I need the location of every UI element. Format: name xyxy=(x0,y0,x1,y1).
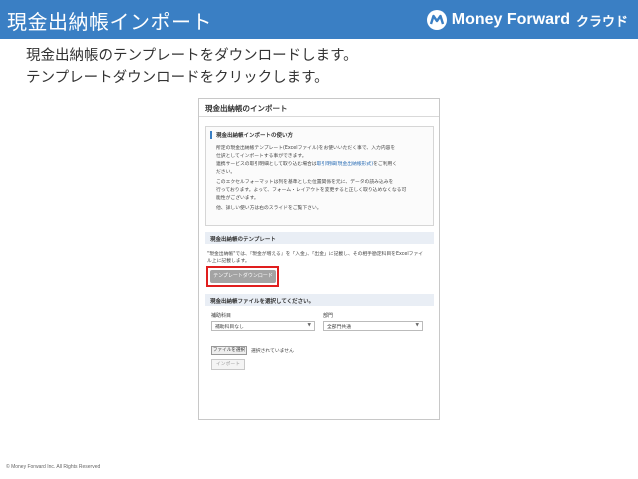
help-line: 連携サービスの取引明細として取り込む場合は取引明細(現金出納帳形式)をご利用く xyxy=(216,160,397,167)
instruction-line-2: テンプレートダウンロードをクリックします。 xyxy=(26,70,329,86)
highlight-box xyxy=(206,266,279,287)
account-select-value: 補助科目なし xyxy=(215,325,244,330)
department-select-value: 全部門共通 xyxy=(327,325,351,330)
department-label: 部門 xyxy=(323,313,334,319)
choose-file-button[interactable]: ファイルを選択 xyxy=(211,346,247,355)
help-line: 行っております。よって、フォーム・レイアウトを変更すると正しく取り込めなくなる可 xyxy=(216,188,407,193)
template-description: "現金出納帳"では、『現金が増える』を「入金」、「出金」に記載し、その相手勘定科… xyxy=(207,252,424,257)
screenshot-page-title: 現金出納帳のインポート xyxy=(199,99,439,117)
chevron-down-icon: ▼ xyxy=(415,323,419,328)
money-forward-logo-icon xyxy=(426,10,447,30)
help-heading: 現金出納帳インポートの使い方 xyxy=(210,131,293,139)
help-line: 所定の現金出納帳テンプレート(Excelファイル)をお使いいただく事で、入力内容… xyxy=(216,146,396,151)
help-line: 他、詳しい使い方は右のスライドをご覧下さい。 xyxy=(216,206,322,211)
brand-name: Money Forward xyxy=(451,11,570,28)
copyright-footer: © Money Forward Inc. All Rights Reserved xyxy=(6,464,101,470)
template-section-heading: 現金出納帳のテンプレート xyxy=(205,232,434,244)
brand-logo-area: Money Forward クラウド xyxy=(426,8,628,32)
embedded-screenshot: 現金出納帳のインポート 現金出納帳インポートの使い方 所定の現金出納帳テンプレー… xyxy=(198,98,440,420)
template-description: ル上に記載します。 xyxy=(207,259,250,264)
slide-title: 現金出納帳インポート xyxy=(7,10,212,34)
department-select[interactable]: 全部門共通 ▼ xyxy=(323,321,423,331)
brand-subtitle: クラウド xyxy=(575,14,628,30)
help-line: このエクセルフォーマットは列を基準とした位置関係を元に、データの読み込みを xyxy=(216,180,394,185)
help-line: 仕訳としてインポートする事ができます。 xyxy=(216,154,307,159)
help-line: 能性がございます。 xyxy=(216,196,259,201)
chevron-down-icon: ▼ xyxy=(307,323,311,328)
instruction-line-1: 現金出納帳のテンプレートをダウンロードします。 xyxy=(26,48,358,64)
help-line-suffix: をご利用く xyxy=(373,162,398,167)
usage-help-box: 現金出納帳インポートの使い方 所定の現金出納帳テンプレート(Excelファイル)… xyxy=(205,126,434,226)
account-label: 補助科目 xyxy=(211,313,232,319)
slide-header: 現金出納帳インポート Money Forward クラウド xyxy=(0,0,638,39)
account-select[interactable]: 補助科目なし ▼ xyxy=(211,321,315,331)
no-file-selected-text: 選択されていません xyxy=(251,349,294,354)
import-button[interactable]: インポート xyxy=(211,359,245,370)
help-line: ださい。 xyxy=(216,170,236,175)
help-line-text: 連携サービスの取引明細として取り込む場合は xyxy=(216,162,317,167)
bank-statement-link[interactable]: 取引明細(現金出納帳形式) xyxy=(317,162,374,167)
file-section-heading: 現金出納帳ファイルを選択してください。 xyxy=(205,294,434,306)
